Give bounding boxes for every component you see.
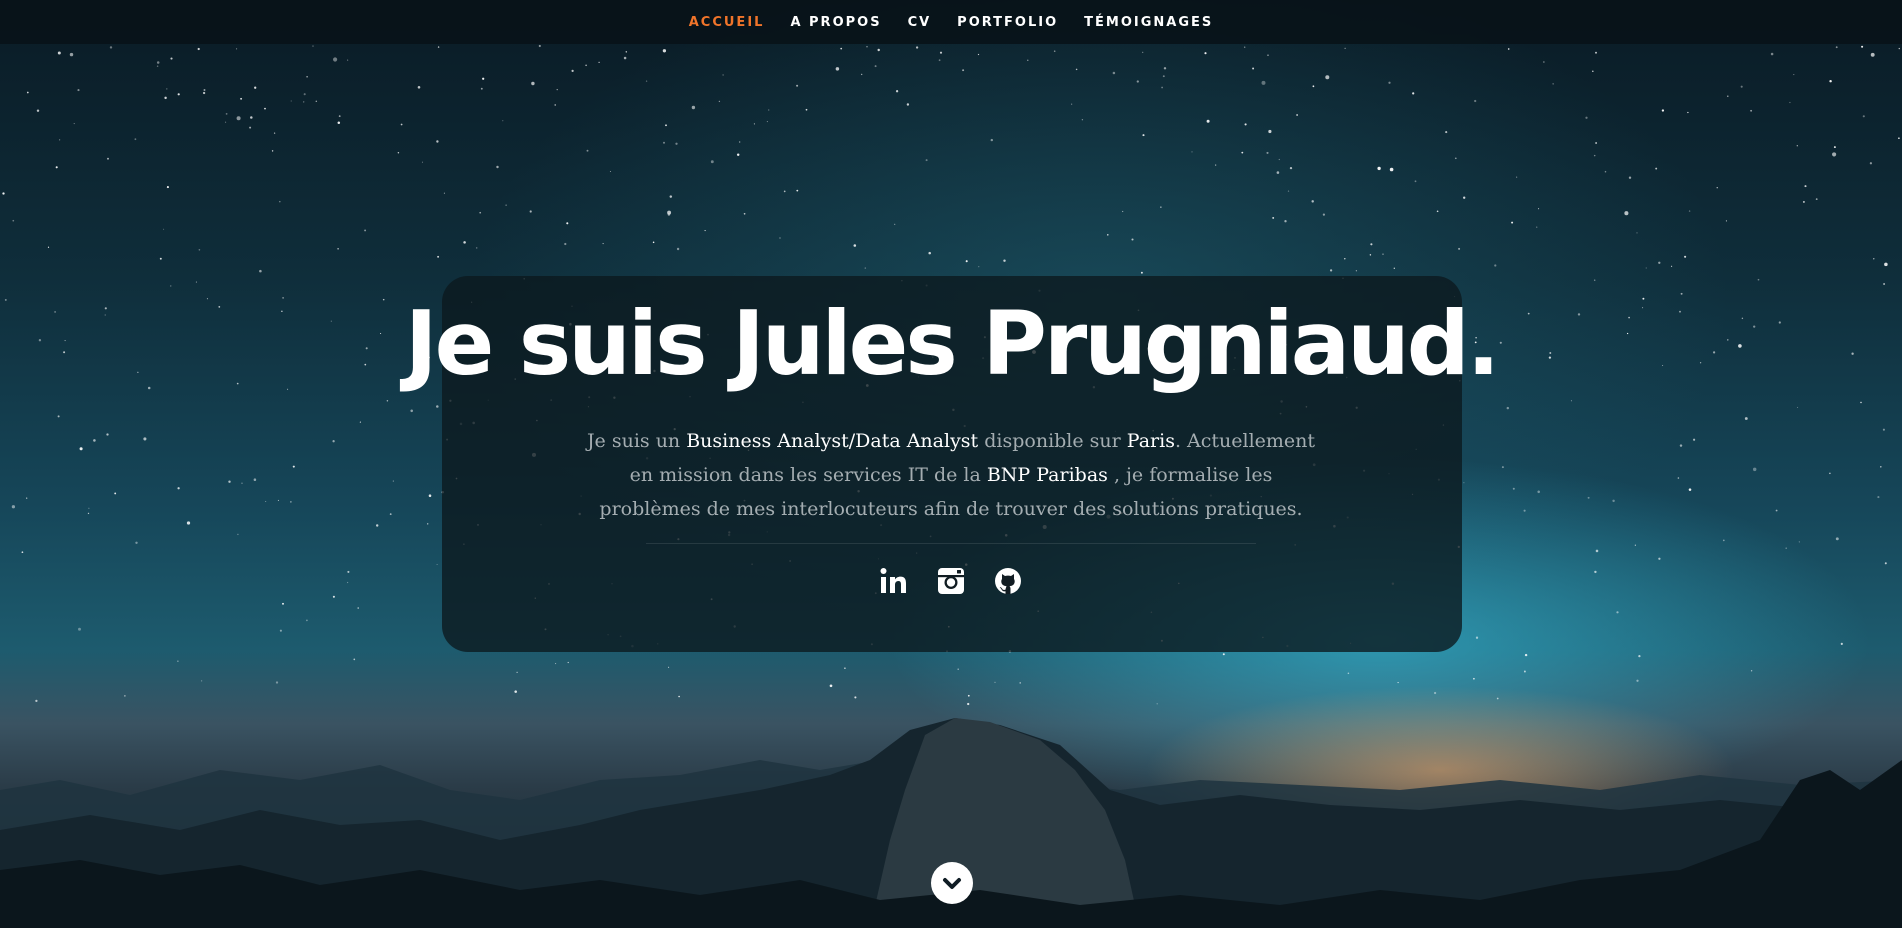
chevron-down-icon — [943, 878, 961, 889]
nav-item-cv[interactable]: CV — [908, 15, 932, 30]
scroll-down-button[interactable] — [931, 862, 973, 904]
nav-item-portfolio[interactable]: PORTFOLIO — [957, 15, 1058, 30]
nav-item-accueil[interactable]: ACCUEIL — [689, 15, 765, 30]
social-links — [0, 566, 1902, 600]
instagram-icon[interactable] — [936, 566, 966, 596]
linkedin-icon[interactable] — [879, 566, 909, 596]
intro-text: disponible sur — [978, 430, 1127, 452]
hero-title: Je suis Jules Prugniaud. — [404, 292, 1500, 395]
intro-city: Paris — [1126, 430, 1175, 452]
hero-intro: Je suis un Business Analyst/Data Analyst… — [580, 424, 1322, 526]
hero-divider — [646, 543, 1256, 544]
intro-text: Je suis un — [586, 430, 687, 452]
github-icon[interactable] — [993, 566, 1023, 596]
nav-item-a-propos[interactable]: A PROPOS — [790, 15, 881, 30]
intro-company: BNP Paribas — [986, 464, 1108, 486]
intro-role: Business Analyst/Data Analyst — [686, 430, 979, 452]
top-navigation: ACCUEIL A PROPOS CV PORTFOLIO TÉMOIGNAGE… — [0, 0, 1902, 44]
nav-item-temoignages[interactable]: TÉMOIGNAGES — [1084, 15, 1213, 30]
